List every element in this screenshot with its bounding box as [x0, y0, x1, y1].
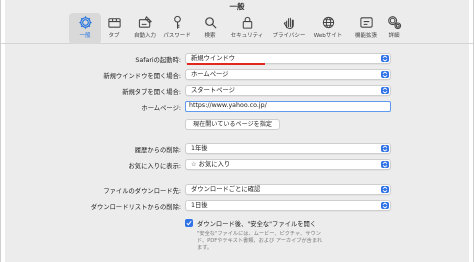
gear-icon: [69, 15, 101, 30]
checkmark-icon: [186, 220, 192, 226]
new-tab-value: スタートページ: [191, 87, 235, 94]
favorites-select[interactable]: ☆ お気に入り: [185, 159, 391, 170]
homepage-label: ホームページ:: [141, 105, 181, 112]
homepage-field[interactable]: https://www.yahoo.co.jp/: [185, 101, 391, 112]
download-destination-select[interactable]: ダウンロードごとに確認: [185, 184, 391, 195]
download-list-value: 1日後: [191, 202, 208, 209]
download-destination-value: ダウンロードごとに確認: [191, 186, 261, 193]
chevron-updown-icon: [381, 55, 389, 62]
preferences-toolbar: 一般 タブ 自動入力 パスワード 検索 セキュリティ プライバシー Webサイト…: [1, 13, 473, 44]
chevron-updown-icon: [381, 202, 389, 209]
autofill-icon: [129, 15, 161, 30]
history-value: 1年後: [191, 145, 208, 152]
history-label: 履歴からの削除:: [134, 147, 181, 154]
tabs-icon: [98, 15, 130, 30]
safe-files-note-line1: "安全な"ファイルには、ムービー、ピクチャ、サウン: [197, 231, 321, 237]
preferences-window: 一般 一般 タブ 自動入力 パスワード 検索 セキュリティ プライバシー Web…: [0, 0, 474, 262]
tab-advanced-label: 詳細: [388, 33, 400, 39]
download-destination-label: ファイルのダウンロード先:: [103, 188, 181, 195]
chevron-updown-icon: [381, 186, 389, 193]
download-list-label: ダウンロードリストからの削除:: [90, 204, 181, 211]
tab-general[interactable]: 一般: [69, 13, 101, 44]
key-icon: [161, 15, 193, 30]
annotation-underline: [187, 63, 265, 65]
history-select[interactable]: 1年後: [185, 143, 391, 154]
window-title: 一般: [229, 2, 245, 11]
search-icon: [194, 15, 226, 30]
set-current-page-button[interactable]: 現在開いているページを指定: [185, 119, 280, 130]
safe-files-note-line3: ます。: [197, 245, 213, 251]
tab-security-label: セキュリティ: [230, 33, 264, 39]
tab-search[interactable]: 検索: [194, 13, 226, 44]
favorites-label: お気に入りに表示:: [128, 163, 182, 170]
startup-value: 新規ウインドウ: [191, 55, 236, 62]
open-safe-files-checkbox[interactable]: [185, 219, 193, 227]
new-window-select[interactable]: ホームページ: [185, 69, 391, 80]
new-window-value: ホームページ: [191, 71, 229, 78]
hand-icon: [273, 15, 305, 30]
new-tab-label: 新規タブを開く場合:: [122, 89, 181, 96]
favorites-value: お気に入り: [198, 161, 231, 168]
tab-privacy-label: プライバシー: [272, 33, 306, 39]
lock-icon: [231, 15, 263, 30]
advanced-gear-icon: [378, 15, 410, 30]
chevron-updown-icon: [381, 161, 389, 168]
chevron-updown-icon: [381, 87, 389, 94]
globe-icon: [312, 15, 344, 30]
startup-label: Safariの起動時:: [135, 57, 181, 64]
download-list-select[interactable]: 1日後: [185, 200, 391, 211]
title-bar: 一般: [1, 0, 473, 12]
star-icon: ☆: [191, 161, 197, 168]
tab-privacy[interactable]: プライバシー: [273, 13, 305, 44]
safe-files-note-line2: ド、PDFやテキスト書類、および アーカイブが含まれ: [197, 238, 323, 244]
open-safe-files-label: ダウンロード後、"安全な"ファイルを開く: [197, 221, 317, 228]
tab-websites[interactable]: Webサイト: [312, 13, 344, 44]
tab-security[interactable]: セキュリティ: [231, 13, 263, 44]
new-window-label: 新規ウインドウを開く場合:: [103, 73, 181, 80]
tab-tabs[interactable]: タブ: [98, 13, 130, 44]
new-tab-select[interactable]: スタートページ: [185, 85, 391, 96]
tab-advanced[interactable]: 詳細: [378, 13, 410, 44]
tab-passwords[interactable]: パスワード: [161, 13, 193, 44]
chevron-updown-icon: [381, 71, 389, 78]
tab-autofill[interactable]: 自動入力: [129, 13, 161, 44]
chevron-updown-icon: [381, 145, 389, 152]
general-settings-pane: Safariの起動時: 新規ウインドウ 新規ウインドウを開く場合: ホームページ…: [1, 45, 473, 262]
